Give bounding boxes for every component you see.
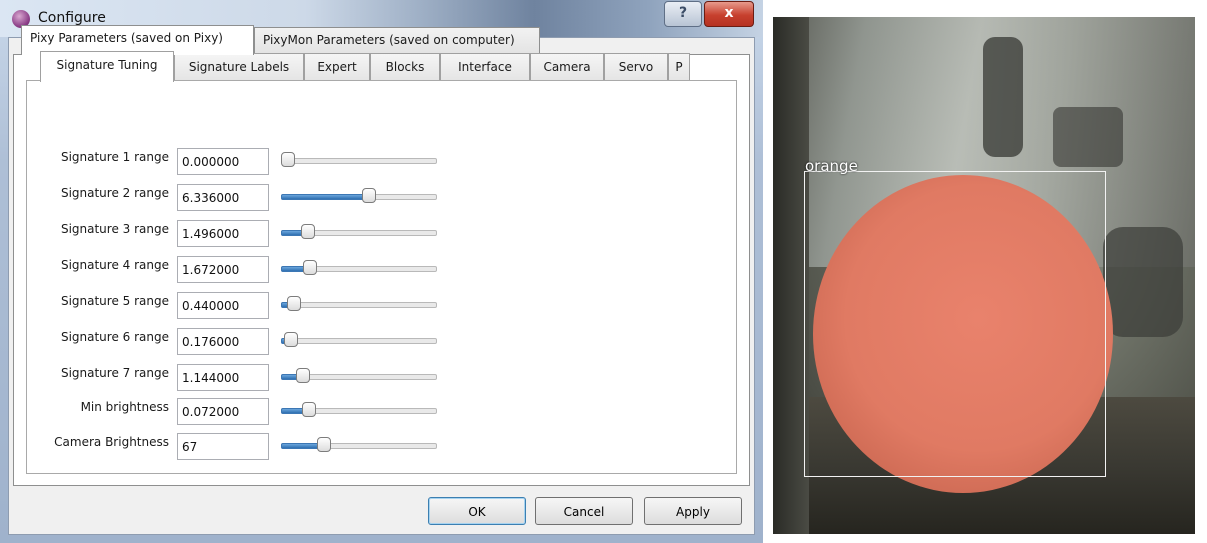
signature-5-range-slider[interactable] [281,296,437,312]
param-label: Camera Brightness [54,435,169,449]
window-title: Configure [38,10,106,26]
signature-3-range-slider[interactable] [281,224,437,240]
slider-handle[interactable] [302,402,316,417]
slider-handle[interactable] [303,260,317,275]
signature-5-range-field[interactable] [177,292,269,319]
param-label: Signature 5 range [60,294,169,308]
camera-brightness-slider[interactable] [281,437,437,453]
tab-blocks[interactable]: Blocks [370,53,440,80]
signature-7-range-field[interactable] [177,364,269,391]
signature-4-range-slider[interactable] [281,260,437,276]
param-label: Signature 2 range [60,186,169,200]
min-brightness-field[interactable] [177,398,269,425]
close-button[interactable]: x [704,1,754,27]
signature-1-range-slider[interactable] [281,152,437,168]
tab-truncated[interactable]: P [668,53,690,80]
slider-handle[interactable] [296,368,310,383]
param-label: Signature 3 range [60,222,169,236]
param-label: Signature 1 range [60,150,169,164]
signature-3-range-field[interactable] [177,220,269,247]
background-object [1103,227,1183,337]
background-object [1053,107,1123,167]
param-label: Signature 4 range [60,258,169,272]
ok-button[interactable]: OK [428,497,526,525]
slider-handle[interactable] [317,437,331,452]
camera-video-view[interactable]: orange [773,17,1195,534]
slider-handle[interactable] [284,332,298,347]
apply-button[interactable]: Apply [644,497,742,525]
param-label: Signature 7 range [60,366,169,380]
param-label: Signature 6 range [60,330,169,344]
cancel-button[interactable]: Cancel [535,497,633,525]
tab-signature-tuning[interactable]: Signature Tuning [40,51,174,82]
signature-7-range-slider[interactable] [281,368,437,384]
detection-label: orange [805,157,858,175]
signature-6-range-slider[interactable] [281,332,437,348]
signature-1-range-field[interactable] [177,148,269,175]
background-object [983,37,1023,157]
signature-2-range-field[interactable] [177,184,269,211]
slider-handle[interactable] [362,188,376,203]
tab-expert[interactable]: Expert [304,53,370,80]
help-button[interactable]: ? [664,1,702,27]
slider-handle[interactable] [287,296,301,311]
detection-bounding-box [804,171,1106,477]
min-brightness-slider[interactable] [281,402,437,418]
signature-6-range-field[interactable] [177,328,269,355]
slider-handle[interactable] [301,224,315,239]
tab-pixymon-parameters[interactable]: PixyMon Parameters (saved on computer) [254,27,540,54]
camera-brightness-field[interactable] [177,433,269,460]
tab-interface[interactable]: Interface [440,53,530,80]
tab-servo[interactable]: Servo [604,53,668,80]
signature-2-range-slider[interactable] [281,188,437,204]
signature-4-range-field[interactable] [177,256,269,283]
tab-camera[interactable]: Camera [530,53,604,80]
param-label: Min brightness [80,400,169,414]
slider-handle[interactable] [281,152,295,167]
configure-dialog: Configure ? x Pixy Parameters (saved on … [0,0,763,543]
tab-signature-labels[interactable]: Signature Labels [174,53,304,80]
